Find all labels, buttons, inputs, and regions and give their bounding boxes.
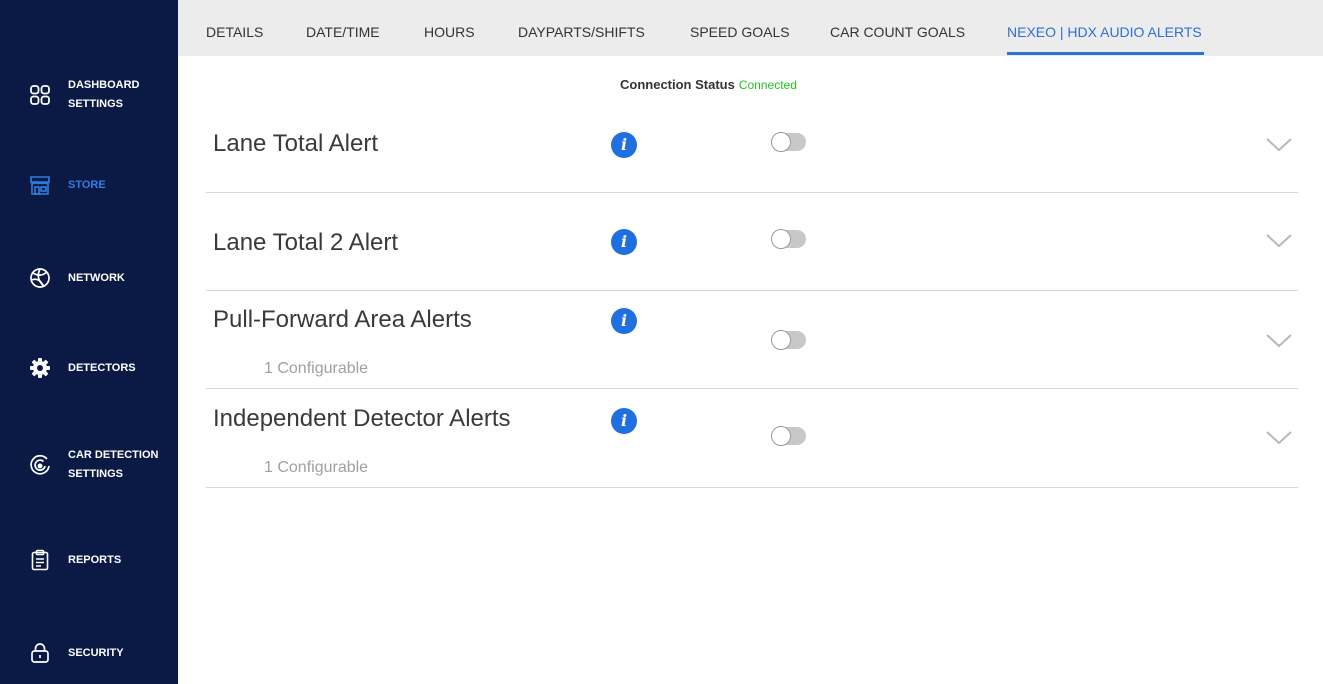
- tab-details[interactable]: DETAILS: [206, 0, 263, 56]
- chevron-down-icon[interactable]: [1266, 234, 1292, 248]
- clipboard-icon: [29, 549, 51, 571]
- connection-status-value: Connected: [738, 78, 797, 92]
- toggle-knob: [771, 229, 791, 249]
- store-icon: [29, 174, 51, 196]
- sidebar-item-label: DETECTORS: [68, 361, 136, 374]
- sidebar-item-dashboard-settings[interactable]: DASHBOARD SETTINGS: [0, 70, 178, 120]
- chevron-down-icon[interactable]: [1266, 334, 1292, 348]
- chevron-down-icon[interactable]: [1266, 431, 1292, 445]
- sidebar-item-label: REPORTS: [68, 553, 122, 566]
- tab-car-count-goals[interactable]: CAR COUNT GOALS: [830, 0, 965, 56]
- alert-row-pull-forward-area[interactable]: Pull-Forward Area Alerts 1 Configurable …: [206, 291, 1298, 389]
- sidebar-item-label: DASHBOARD SETTINGS: [68, 79, 140, 110]
- alert-row-lane-total-2[interactable]: Lane Total 2 Alert i: [206, 193, 1298, 291]
- alert-subtitle: 1 Configurable: [264, 360, 369, 377]
- alert-toggle[interactable]: [771, 330, 806, 350]
- sidebar-item-label: SECURITY: [68, 646, 124, 659]
- tab-label: HOURS: [424, 24, 475, 40]
- alert-toggle[interactable]: [771, 229, 806, 249]
- alert-toggle[interactable]: [771, 426, 806, 446]
- connection-status: Connection Status Connected: [620, 77, 797, 92]
- alert-title: Lane Total 2 Alert: [213, 229, 399, 256]
- tab-hours[interactable]: HOURS: [424, 0, 475, 56]
- sidebar-item-security[interactable]: SECURITY: [0, 640, 178, 666]
- tab-label: CAR COUNT GOALS: [830, 24, 966, 40]
- alert-row-independent-detector[interactable]: Independent Detector Alerts 1 Configurab…: [206, 389, 1298, 488]
- car-detection-icon: [29, 454, 51, 476]
- toggle-knob: [771, 132, 791, 152]
- network-icon: [29, 267, 51, 289]
- lock-icon: [29, 642, 51, 664]
- alert-toggle[interactable]: [771, 132, 806, 152]
- sidebar-item-label: NETWORK: [68, 271, 125, 284]
- dashboard-grid-icon: [29, 84, 51, 106]
- connection-status-label: Connection Status: [620, 77, 735, 92]
- alert-row-lane-total[interactable]: Lane Total Alert i: [206, 111, 1298, 193]
- sidebar-item-detectors[interactable]: DETECTORS: [0, 355, 178, 381]
- tab-nexeo-hdx-audio-alerts[interactable]: NEXEO | HDX AUDIO ALERTS: [1007, 0, 1204, 56]
- alert-title: Lane Total Alert: [213, 130, 379, 157]
- chevron-down-icon[interactable]: [1266, 138, 1292, 152]
- tab-dayparts-shifts[interactable]: DAYPARTS/SHIFTS: [518, 0, 645, 56]
- info-icon[interactable]: i: [611, 408, 637, 434]
- gear-icon: [29, 357, 51, 379]
- tab-speed-goals[interactable]: SPEED GOALS: [690, 0, 790, 56]
- info-icon[interactable]: i: [611, 132, 637, 158]
- sidebar-item-car-detection-settings[interactable]: CAR DETECTION SETTINGS: [0, 440, 178, 490]
- alert-title: Independent Detector Alerts: [213, 405, 511, 432]
- sidebar-item-reports[interactable]: REPORTS: [0, 547, 178, 573]
- sidebar-item-store[interactable]: STORE: [0, 172, 178, 198]
- alert-title: Pull-Forward Area Alerts: [213, 306, 472, 333]
- tab-label: NEXEO | HDX AUDIO ALERTS: [1007, 24, 1202, 40]
- info-icon[interactable]: i: [611, 308, 637, 334]
- tab-date-time[interactable]: DATE/TIME: [306, 0, 380, 56]
- toggle-knob: [771, 330, 791, 350]
- sidebar-item-network[interactable]: NETWORK: [0, 265, 178, 291]
- tab-label: DAYPARTS/SHIFTS: [518, 24, 645, 40]
- toggle-knob: [771, 426, 791, 446]
- tab-label: SPEED GOALS: [690, 24, 790, 40]
- tab-label: DATE/TIME: [306, 24, 380, 40]
- info-icon[interactable]: i: [611, 229, 637, 255]
- sidebar-item-label: STORE: [68, 178, 106, 191]
- sidebar: DASHBOARD SETTINGS STORE NETWORK DETECTO…: [0, 0, 178, 684]
- tab-bar: DETAILS DATE/TIME HOURS DAYPARTS/SHIFTS …: [178, 0, 1323, 56]
- sidebar-item-label: CAR DETECTION SETTINGS: [68, 449, 159, 480]
- tab-label: DETAILS: [206, 24, 264, 40]
- alert-subtitle: 1 Configurable: [264, 459, 369, 476]
